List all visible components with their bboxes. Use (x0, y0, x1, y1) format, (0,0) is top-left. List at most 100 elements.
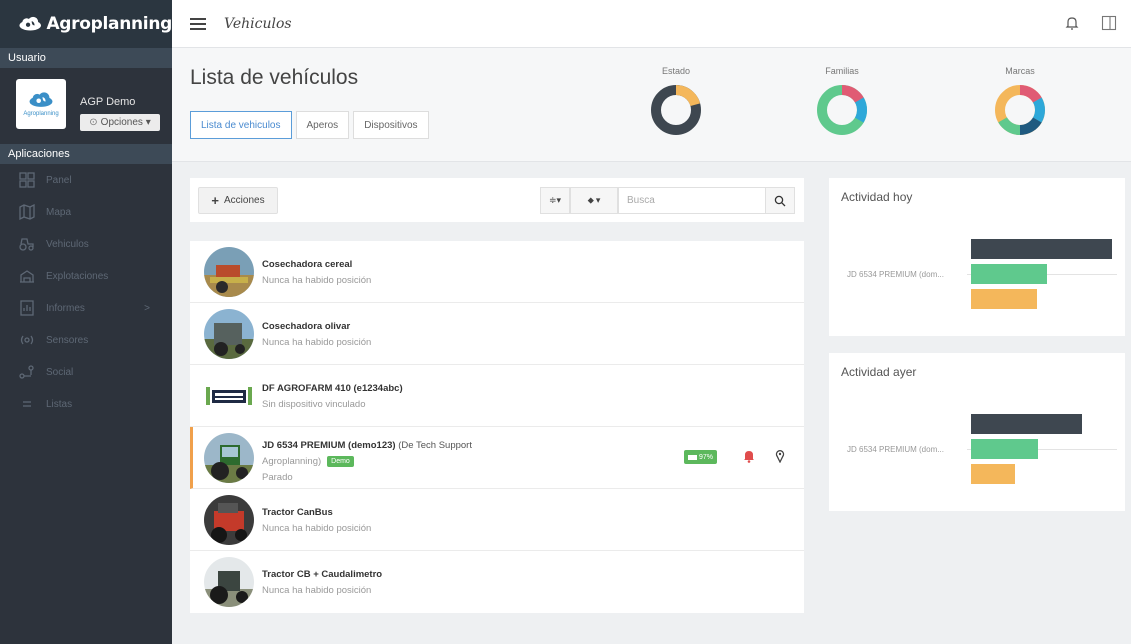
panel-toggle-icon[interactable] (1101, 15, 1117, 31)
list-item[interactable]: Tractor CanBus Nunca ha habido posición (190, 489, 804, 551)
panel-title: Actividad hoy (841, 190, 913, 204)
bar-orange (971, 289, 1037, 309)
sort-button[interactable]: ≑▾ (540, 187, 570, 214)
vehicle-photo (204, 495, 254, 545)
cloud-logo-icon (29, 91, 53, 107)
hamburger-menu-icon[interactable] (190, 17, 206, 30)
donut-marcas[interactable]: Marcas (970, 66, 1070, 145)
sidebar-item-sensores[interactable]: Sensores (0, 324, 172, 356)
list-item[interactable]: Cosechadora cereal Nunca ha habido posic… (190, 241, 804, 303)
activity-yesterday-panel: Actividad ayer JD 6534 PREMIUM (dom... (829, 353, 1125, 511)
activity-today-panel: Actividad hoy JD 6534 PREMIUM (dom... (829, 178, 1125, 336)
avatar: Agroplanning (16, 79, 66, 129)
list-item[interactable]: Tractor CB + Caudalimetro Nunca ha habid… (190, 551, 804, 613)
sidebar-item-listas[interactable]: Listas (0, 388, 172, 420)
location-pin-icon[interactable] (775, 449, 785, 463)
vehicle-photo (204, 433, 254, 483)
sidebar-item-informes[interactable]: Informes > (0, 292, 172, 324)
list-item[interactable]: DF AGROFARM 410 (e1234abc) Sin dispositi… (190, 365, 804, 427)
vehicle-name: Tractor CB + Caudalimetro (262, 569, 383, 580)
sidebar-item-label: Vehiculos (46, 238, 89, 250)
reports-icon (18, 300, 36, 316)
page-header: Lista de vehículos Lista de vehiculos Ap… (172, 48, 1131, 162)
sidebar-item-vehiculos[interactable]: Vehiculos (0, 228, 172, 260)
tag-filter-button[interactable]: ⬥ ▾ (570, 187, 618, 214)
vehicle-name: Tractor CanBus (262, 507, 333, 518)
donut-chart (995, 85, 1045, 135)
donut-label: Familias (825, 66, 859, 76)
brand[interactable]: Agroplanning (0, 0, 172, 48)
bar-green (971, 439, 1038, 459)
vehicle-photo (204, 557, 254, 607)
donut-familias[interactable]: Familias (792, 66, 892, 145)
cloud-logo-icon (19, 16, 41, 31)
tag-icon: ⬥ (587, 195, 594, 205)
bar-label: JD 6534 PREMIUM (dom... (847, 270, 944, 279)
donut-label: Estado (661, 66, 691, 76)
donut-estado[interactable]: Estado (626, 66, 726, 145)
vehicle-status: Nunca ha habido posición (262, 337, 372, 348)
vehicle-owner: (De Tech Support (398, 440, 472, 451)
sidebar-item-label: Explotaciones (46, 270, 109, 282)
vehicle-status: Nunca ha habido posición (262, 523, 372, 534)
bell-icon[interactable] (1065, 15, 1079, 31)
bar-label: JD 6534 PREMIUM (dom... (847, 445, 944, 454)
user-section-header: Usuario (0, 48, 172, 68)
vehicle-name: DF AGROFARM 410 (e1234abc) (262, 383, 403, 394)
avatar-caption: Agroplanning (23, 110, 59, 117)
list-item[interactable]: Cosechadora olivar Nunca ha habido posic… (190, 303, 804, 365)
vehicle-name: Cosechadora olivar (262, 321, 351, 332)
brand-name: Agroplanning (46, 14, 172, 34)
lists-icon (18, 396, 36, 412)
demo-badge: Demo (327, 456, 354, 467)
battery-icon (688, 454, 697, 460)
sidebar-item-explotaciones[interactable]: Explotaciones (0, 260, 172, 292)
options-button[interactable]: ⊙ Opciones ▾ (80, 114, 160, 131)
sidebar-item-social[interactable]: Social (0, 356, 172, 388)
tab-dispositivos[interactable]: Dispositivos (353, 111, 429, 139)
bar-green (971, 264, 1047, 284)
actions-button[interactable]: + Acciones (198, 187, 278, 214)
search-input[interactable] (618, 187, 766, 214)
donut-chart (817, 85, 867, 135)
search-button[interactable] (765, 187, 795, 214)
tab-bar: Lista de vehiculos Aperos Dispositivos (190, 111, 433, 139)
sidebar-item-panel[interactable]: Panel (0, 164, 172, 196)
tag-filter-label: ▾ (595, 195, 601, 205)
top-bar: Vehiculos (172, 0, 1131, 48)
vehicle-photo (204, 247, 254, 297)
tab-aperos[interactable]: Aperos (295, 111, 350, 139)
sidebar-item-label: Informes (46, 302, 85, 314)
bar-orange (971, 464, 1015, 484)
vehicle-owner-continued: Agroplanning) (262, 456, 322, 467)
tab-lista-vehiculos[interactable]: Lista de vehiculos (190, 111, 292, 139)
vehicle-list: Cosechadora cereal Nunca ha habido posic… (190, 241, 804, 613)
options-label: Opciones ▾ (100, 117, 151, 128)
apps-section-header: Aplicaciones (0, 144, 172, 164)
donut-chart (651, 85, 701, 135)
vehicle-status: Nunca ha habido posición (262, 275, 372, 286)
sidebar-item-label: Sensores (46, 334, 89, 346)
vehicle-name: JD 6534 PREMIUM (demo123) (De Tech Suppo… (262, 440, 472, 451)
sidebar-item-mapa[interactable]: Mapa (0, 196, 172, 228)
map-icon (18, 204, 36, 220)
bar-dark (971, 239, 1112, 259)
sidebar-item-label: Panel (46, 174, 72, 186)
farms-icon (18, 268, 36, 284)
alert-bell-icon[interactable] (743, 449, 755, 463)
vehicle-name-text: JD 6534 PREMIUM (demo123) (262, 440, 396, 451)
sensors-icon (18, 332, 36, 348)
vehicles-icon (18, 236, 36, 252)
vehicle-status: Nunca ha habido posición (262, 585, 372, 596)
battery-level: 97% (699, 453, 714, 461)
sidebar-item-label: Social (46, 366, 74, 378)
battery-badge: 97% (684, 450, 718, 464)
sidebar-item-label: Mapa (46, 206, 72, 218)
chevron-right-icon: > (144, 302, 150, 314)
vehicle-status: Sin dispositivo vinculado (262, 399, 366, 410)
vehicle-name: Cosechadora cereal (262, 259, 353, 270)
plus-icon: + (211, 193, 219, 208)
list-item-selected[interactable]: JD 6534 PREMIUM (demo123) (De Tech Suppo… (190, 427, 804, 489)
search-icon (774, 195, 786, 206)
vehicle-status: Parado (262, 472, 293, 483)
